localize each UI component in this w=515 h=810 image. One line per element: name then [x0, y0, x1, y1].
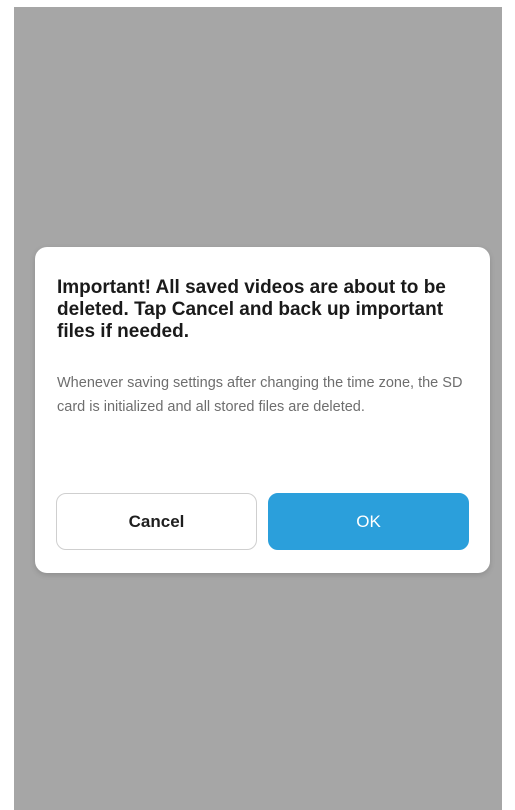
ok-button[interactable]: OK: [268, 493, 469, 550]
dialog-message: Whenever saving settings after changing …: [57, 375, 463, 415]
cancel-button[interactable]: Cancel: [56, 493, 257, 550]
dialog-title: Important! All saved videos are about to…: [57, 277, 446, 342]
modal-overlay: Important! All saved videos are about to…: [14, 7, 502, 810]
confirmation-dialog: Important! All saved videos are about to…: [35, 247, 490, 573]
